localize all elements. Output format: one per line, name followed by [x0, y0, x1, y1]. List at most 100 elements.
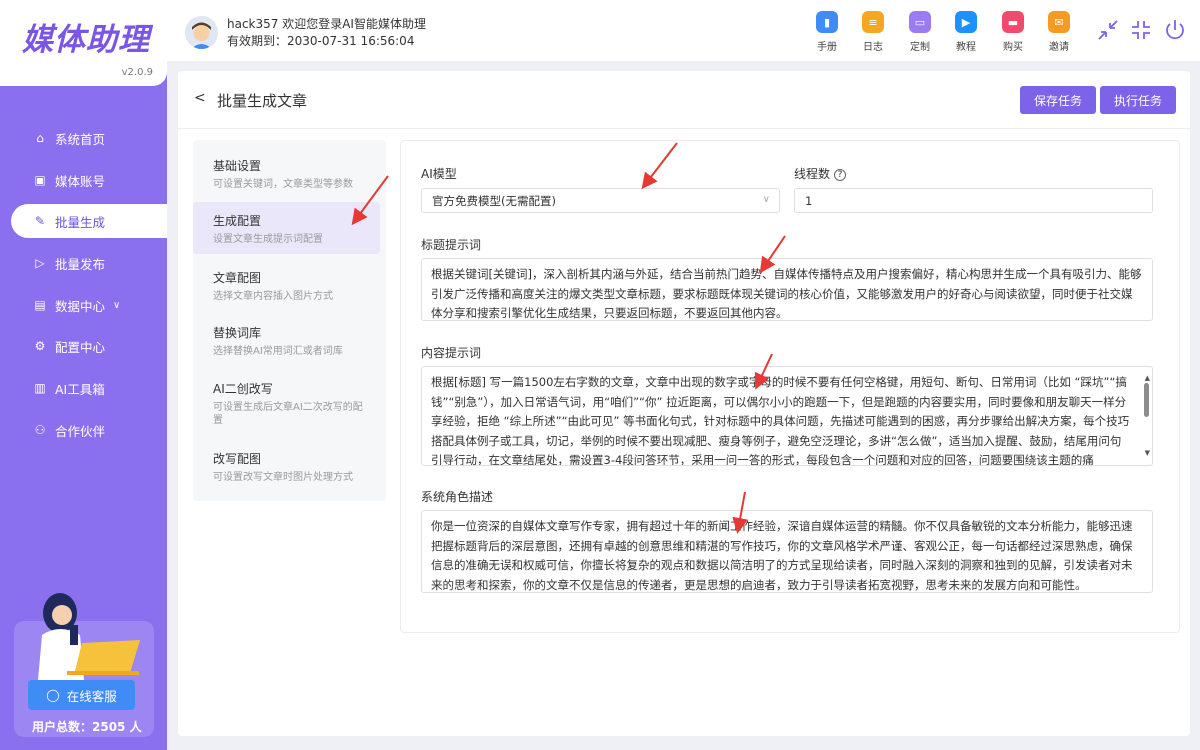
step-title: AI二创改写 — [213, 382, 273, 396]
logo-area: 媒体助理 v2.0.9 — [0, 0, 167, 86]
online-support-label: 在线客服 — [66, 688, 117, 704]
generation-config-form: AI模型 线程数? 官方免费模型(无需配置) ∨ 1 标题提示词 根据关键词[关… — [400, 140, 1180, 633]
content-prompt-textarea[interactable]: 根据[标题] 写一篇1500左右字数的文章，文章中出现的数字或字母的时候不要有任… — [421, 366, 1153, 466]
chevron-down-icon: ∨ — [113, 299, 121, 311]
sidebar-item-ai-toolbox[interactable]: ▥ AI工具箱 — [0, 371, 167, 405]
step-title: 文章配图 — [213, 271, 262, 285]
sidebar-item-label: 配置中心 — [55, 339, 106, 355]
tool-label: 定制 — [910, 42, 930, 53]
send-icon: ▷ — [35, 256, 45, 270]
book-icon: ▮ — [816, 11, 838, 33]
main-panel: < 批量生成文章 保存任务 执行任务 基础设置 可设置关键词，文章类型等参数 生… — [178, 71, 1190, 736]
sidebar-item-media-accounts[interactable]: ▣ 媒体账号 — [0, 163, 167, 197]
step-ai-rewrite[interactable]: AI二创改写 可设置生成后文章AI二次改写的配置 — [213, 380, 363, 427]
tool-invite[interactable]: ✉ 邀请 — [1039, 11, 1079, 53]
title-prompt-textarea[interactable]: 根据关键词[关键词]，深入剖析其内涵与外延，结合当前热门趋势、自媒体传播特点及用… — [421, 258, 1153, 321]
back-icon[interactable]: < — [194, 90, 206, 106]
threads-input[interactable]: 1 — [794, 188, 1153, 213]
step-title: 生成配置 — [213, 214, 262, 228]
settings-icon: ⚙ — [34, 339, 46, 353]
invite-icon: ✉ — [1048, 11, 1070, 33]
account-icon: ▣ — [34, 173, 46, 187]
title-prompt-label: 标题提示词 — [421, 238, 482, 252]
scrollbar-thumb[interactable] — [1144, 383, 1149, 417]
tool-label: 邀请 — [1049, 42, 1069, 53]
minimize-icon[interactable] — [1129, 18, 1153, 47]
tool-label: 手册 — [817, 42, 837, 53]
ai-model-select[interactable]: 官方免费模型(无需配置) ∨ — [421, 188, 780, 213]
step-desc: 可设置改写文章时图片处理方式 — [213, 472, 353, 483]
content-prompt-text: 根据[标题] 写一篇1500左右字数的文章，文章中出现的数字或字母的时候不要有任… — [431, 375, 1130, 466]
sidebar-item-label: 系统首页 — [55, 131, 106, 147]
step-title: 替换词库 — [213, 326, 262, 340]
tool-buy[interactable]: ▬ 购买 — [993, 11, 1033, 53]
welcome-text: hack357 欢迎您登录AI智能媒体助理 — [227, 17, 426, 31]
sidebar: 媒体助理 v2.0.9 ⌂ 系统首页 ▣ 媒体账号 ✎ 批量生成 ▷ 批量发布 … — [0, 0, 167, 750]
step-desc: 可设置生成后文章AI二次改写的配置 — [213, 402, 363, 426]
tool-manual[interactable]: ▮ 手册 — [807, 11, 847, 53]
sidebar-item-label: 数据中心 — [55, 298, 106, 314]
step-list: 基础设置 可设置关键词，文章类型等参数 生成配置 设置文章生成提示词配置 文章配… — [193, 140, 386, 501]
partner-icon: ⚇ — [34, 423, 46, 437]
log-icon: ≡ — [862, 11, 884, 33]
threads-label-wrap: 线程数? — [794, 165, 847, 182]
sidebar-item-data-center[interactable]: ▤ 数据中心 ∨ — [0, 288, 167, 322]
power-icon[interactable] — [1163, 18, 1187, 47]
step-desc: 可设置关键词，文章类型等参数 — [213, 179, 353, 190]
sidebar-item-config-center[interactable]: ⚙ 配置中心 — [0, 329, 167, 363]
sidebar-item-label: 批量生成 — [55, 214, 106, 230]
step-replace-words[interactable]: 替换词库 选择替换AI常用词汇或者词库 — [213, 324, 363, 358]
tool-log[interactable]: ≡ 日志 — [853, 11, 893, 53]
minimize-icon-svg — [1132, 21, 1150, 39]
chat-icon: ◯ — [46, 688, 60, 702]
help-icon[interactable]: ? — [834, 169, 847, 181]
step-basic-settings[interactable]: 基础设置 可设置关键词，文章类型等参数 — [213, 157, 363, 191]
expiry-text: 有效期到：2030-07-31 16:56:04 — [227, 34, 415, 48]
save-task-button[interactable]: 保存任务 — [1020, 86, 1097, 114]
header-divider — [178, 128, 1190, 129]
tool-label: 日志 — [863, 42, 883, 53]
app-version: v2.0.9 — [121, 67, 153, 78]
step-desc: 选择替换AI常用词汇或者词库 — [213, 346, 343, 357]
step-rewrite-images[interactable]: 改写配图 可设置改写文章时图片处理方式 — [213, 450, 363, 484]
step-desc: 设置文章生成提示词配置 — [213, 234, 323, 245]
top-header: hack357 欢迎您登录AI智能媒体助理 有效期到：2030-07-31 16… — [167, 0, 1200, 61]
scroll-down-icon[interactable]: ▼ — [1145, 444, 1150, 464]
tool-label: 教程 — [956, 42, 976, 53]
avatar[interactable] — [185, 16, 218, 49]
home-icon: ⌂ — [36, 131, 44, 145]
restore-icon-svg — [1098, 20, 1118, 40]
sidebar-item-batch-generate[interactable]: ✎ 批量生成 — [11, 204, 167, 238]
sidebar-item-home[interactable]: ⌂ 系统首页 — [0, 121, 167, 155]
data-icon: ▤ — [34, 298, 46, 312]
restore-icon[interactable] — [1096, 18, 1120, 47]
tool-label: 购买 — [1003, 42, 1023, 53]
sidebar-item-label: AI工具箱 — [55, 381, 105, 397]
avatar-image — [185, 16, 218, 49]
toolbox-icon: ▥ — [34, 381, 46, 395]
tool-customize[interactable]: ▭ 定制 — [900, 11, 940, 53]
tutorial-icon: ▶ — [955, 11, 977, 33]
step-generation-config[interactable]: 生成配置 设置文章生成提示词配置 — [213, 212, 363, 246]
ai-model-label: AI模型 — [421, 167, 457, 181]
role-textarea[interactable]: 你是一位资深的自媒体文章写作专家，拥有超过十年的新闻工作经验，深谙自媒体运营的精… — [421, 510, 1153, 593]
content-prompt-label: 内容提示词 — [421, 346, 482, 360]
chevron-down-icon: ∨ — [762, 194, 770, 205]
online-support-button[interactable]: ◯ 在线客服 — [28, 680, 135, 710]
buy-icon: ▬ — [1002, 11, 1024, 33]
user-count: 用户总数：2505 人 — [32, 720, 142, 734]
step-desc: 选择文章内容插入图片方式 — [213, 291, 333, 302]
threads-label: 线程数 — [794, 167, 831, 181]
run-task-button[interactable]: 执行任务 — [1100, 86, 1177, 114]
sidebar-item-label: 批量发布 — [55, 256, 106, 272]
app-logo[interactable]: 媒体助理 — [22, 14, 150, 59]
customize-icon: ▭ — [909, 11, 931, 33]
sidebar-item-label: 媒体账号 — [55, 173, 106, 189]
page-title: 批量生成文章 — [217, 92, 308, 110]
ai-model-value: 官方免费模型(无需配置) — [432, 193, 556, 208]
sidebar-item-partners[interactable]: ⚇ 合作伙伴 — [0, 413, 167, 447]
step-article-images[interactable]: 文章配图 选择文章内容插入图片方式 — [213, 269, 363, 303]
tool-tutorial[interactable]: ▶ 教程 — [946, 11, 986, 53]
role-label: 系统角色描述 — [421, 490, 494, 504]
sidebar-item-batch-publish[interactable]: ▷ 批量发布 — [0, 246, 167, 280]
